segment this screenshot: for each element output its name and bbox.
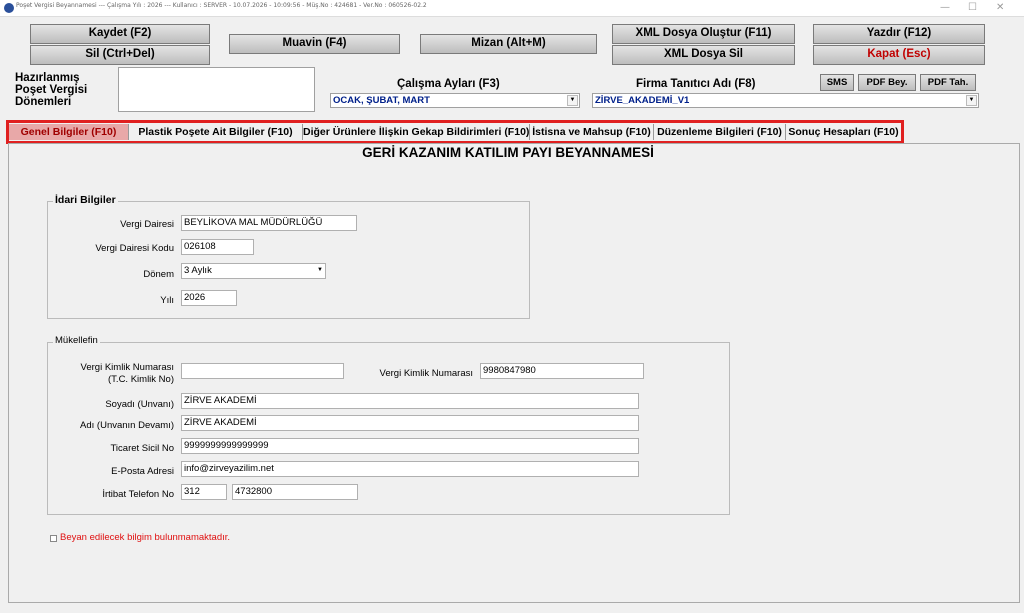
pdf-bey-button[interactable]: PDF Bey. <box>858 74 916 91</box>
ticaret-sicil-field[interactable]: 9999999999999999 <box>181 438 639 454</box>
firm-label: Firma Tanıtıcı Adı (F8) <box>636 78 756 90</box>
close-button[interactable]: Kapat (Esc) <box>813 45 985 65</box>
prepared-periods-list[interactable] <box>118 67 315 112</box>
pdf-tah-button[interactable]: PDF Tah. <box>920 74 976 91</box>
yil-field[interactable]: 2026 <box>181 290 237 306</box>
sms-button[interactable]: SMS <box>820 74 854 91</box>
firm-value: ZİRVE_AKADEMİ_V1 <box>595 95 690 106</box>
soyadi-field[interactable]: ZİRVE AKADEMİ <box>181 393 639 409</box>
work-months-value: OCAK, ŞUBAT, MART <box>333 95 430 106</box>
delete-button[interactable]: Sil (Ctrl+Del) <box>30 45 210 65</box>
title-bar: Poşet Vergisi Beyannamesi --- Çalışma Yı… <box>0 0 1024 17</box>
vergi-dairesi-field[interactable]: BEYLİKOVA MAL MÜDÜRLÜĞÜ <box>181 215 357 231</box>
adi-field[interactable]: ZİRVE AKADEMİ <box>181 415 639 431</box>
prepared-periods-label-1: Hazırlanmış <box>15 72 80 84</box>
window-title: Poşet Vergisi Beyannamesi --- Çalışma Yı… <box>16 2 427 9</box>
muavin-button[interactable]: Muavin (F4) <box>229 34 400 54</box>
donem-combo[interactable]: 3 Aylık ▼ <box>181 263 326 279</box>
xml-create-button[interactable]: XML Dosya Oluştur (F11) <box>612 24 795 44</box>
idari-bilgiler-title: İdari Bilgiler <box>53 194 118 206</box>
ticaret-sicil-label: Ticaret Sicil No <box>110 443 174 454</box>
tab-highlight <box>6 120 904 144</box>
tckn-label-2: (T.C. Kimlik No) <box>108 374 174 385</box>
eposta-field[interactable]: info@zirveyazilim.net <box>181 461 639 477</box>
declaration-note[interactable]: Beyan edilecek bilgim bulunmamaktadır. <box>60 532 230 543</box>
tckn-field[interactable] <box>181 363 344 379</box>
app-icon <box>4 3 14 13</box>
donem-value: 3 Aylık <box>184 265 212 276</box>
donem-label: Dönem <box>143 269 174 280</box>
declaration-checkbox[interactable] <box>50 535 57 542</box>
adi-label: Adı (Unvanın Devamı) <box>80 420 174 431</box>
prepared-periods-label-3: Dönemleri <box>15 96 72 108</box>
vergi-dairesi-label: Vergi Dairesi <box>120 219 174 230</box>
tckn-label-1: Vergi Kimlik Numarası <box>80 362 174 373</box>
vergi-dairesi-kodu-label: Vergi Dairesi Kodu <box>95 243 174 254</box>
dropdown-arrow-icon[interactable]: ▼ <box>316 266 324 275</box>
prepared-periods-label-2: Poşet Vergisi <box>15 84 88 96</box>
telefon-label: İrtibat Telefon No <box>102 489 174 500</box>
print-button[interactable]: Yazdır (F12) <box>813 24 985 44</box>
yil-label: Yılı <box>160 295 174 306</box>
minimize-button[interactable]: — <box>940 2 950 13</box>
maximize-button[interactable]: ☐ <box>968 2 977 13</box>
work-months-label: Çalışma Ayları (F3) <box>397 78 500 90</box>
mizan-button[interactable]: Mizan (Alt+M) <box>420 34 597 54</box>
firm-combo[interactable]: ZİRVE_AKADEMİ_V1 ▼ <box>592 93 979 108</box>
telefon-no-field[interactable]: 4732800 <box>232 484 358 500</box>
close-window-button[interactable]: ✕ <box>996 2 1004 13</box>
dropdown-arrow-icon[interactable]: ▼ <box>567 95 578 106</box>
vkn-label: Vergi Kimlik Numarası <box>379 368 473 379</box>
form-title: GERİ KAZANIM KATILIM PAYI BEYANNAMESİ <box>362 145 654 160</box>
dropdown-arrow-icon[interactable]: ▼ <box>966 95 977 106</box>
save-button[interactable]: Kaydet (F2) <box>30 24 210 44</box>
vergi-dairesi-kodu-field[interactable]: 026108 <box>181 239 254 255</box>
xml-delete-button[interactable]: XML Dosya Sil <box>612 45 795 65</box>
soyadi-label: Soyadı (Unvanı) <box>105 399 174 410</box>
work-months-combo[interactable]: OCAK, ŞUBAT, MART ▼ <box>330 93 580 108</box>
telefon-kod-field[interactable]: 312 <box>181 484 227 500</box>
mukellef-title: Mükellefin <box>53 335 100 346</box>
eposta-label: E-Posta Adresi <box>111 466 174 477</box>
vkn-field[interactable]: 9980847980 <box>480 363 644 379</box>
